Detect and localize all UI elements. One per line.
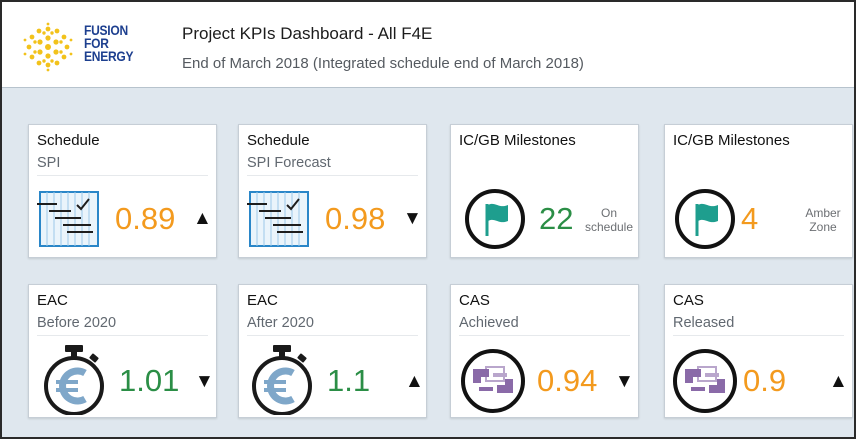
kpi-value: 0.9 bbox=[743, 363, 787, 398]
tile-eac-after-2020[interactable]: EAC After 2020 1.1 ▲ bbox=[238, 284, 427, 418]
handshake-icon bbox=[461, 349, 525, 413]
tile-title: IC/GB Milestones bbox=[459, 132, 576, 149]
tile-cas-released[interactable]: CAS Released 0.9 ▲ bbox=[664, 284, 853, 418]
tile-schedule-spi[interactable]: Schedule SPI 0.89 ▲ bbox=[28, 124, 217, 258]
page-title: Project KPIs Dashboard - All F4E bbox=[182, 24, 433, 43]
trend-down-icon: ▼ bbox=[195, 371, 214, 392]
tile-eac-before-2020[interactable]: EAC Before 2020 1.01 ▼ bbox=[28, 284, 217, 418]
tile-title: CAS bbox=[459, 292, 490, 309]
fusion-for-energy-logo-icon bbox=[23, 22, 73, 72]
tile-subtitle: Before 2020 bbox=[37, 315, 117, 331]
tile-title: CAS bbox=[673, 292, 704, 309]
trend-up-icon: ▲ bbox=[829, 371, 848, 392]
kpi-value: 1.1 bbox=[327, 363, 371, 398]
kpi-note-line-2: Zone bbox=[809, 220, 837, 234]
handshake-icon bbox=[673, 349, 737, 413]
kpi-value: 0.94 bbox=[537, 363, 598, 398]
kpi-value: 1.01 bbox=[119, 363, 180, 398]
dashboard-frame: FUSION FOR ENERGY Project KPIs Dashboard… bbox=[0, 0, 856, 439]
tile-separator bbox=[37, 335, 208, 336]
flag-icon bbox=[465, 189, 525, 249]
kpi-value: 22 bbox=[539, 201, 574, 236]
euro-stopwatch-icon bbox=[44, 345, 104, 415]
tile-icgb-milestones-on-schedule[interactable]: IC/GB Milestones 22 On schedule bbox=[450, 124, 639, 258]
tile-separator bbox=[247, 335, 418, 336]
kpi-note: On schedule bbox=[581, 206, 637, 234]
kpi-note-line-1: Amber bbox=[805, 206, 841, 220]
trend-down-icon: ▼ bbox=[615, 371, 634, 392]
kpi-note-line-2: schedule bbox=[584, 220, 634, 234]
kpi-value: 0.98 bbox=[325, 201, 386, 236]
tile-separator bbox=[459, 335, 630, 336]
tile-separator bbox=[247, 175, 418, 176]
tile-icgb-milestones-amber-zone[interactable]: IC/GB Milestones 4 Amber Zone bbox=[664, 124, 853, 258]
tile-separator bbox=[673, 335, 844, 336]
flag-icon bbox=[675, 189, 735, 249]
tile-title: Schedule bbox=[37, 132, 100, 149]
page-header: FUSION FOR ENERGY Project KPIs Dashboard… bbox=[2, 2, 854, 88]
logo-line-energy: ENERGY bbox=[84, 48, 134, 64]
euro-stopwatch-icon bbox=[252, 345, 312, 415]
tile-separator bbox=[37, 175, 208, 176]
schedule-chart-icon bbox=[37, 191, 99, 247]
tile-schedule-spi-forecast[interactable]: Schedule SPI Forecast 0.98 ▼ bbox=[238, 124, 427, 258]
tile-subtitle: SPI bbox=[37, 155, 61, 171]
trend-up-icon: ▲ bbox=[405, 371, 424, 392]
page-subtitle: End of March 2018 (Integrated schedule e… bbox=[182, 55, 584, 72]
tile-subtitle: Released bbox=[673, 315, 735, 331]
tile-title: EAC bbox=[247, 292, 278, 309]
trend-up-icon: ▲ bbox=[193, 208, 212, 229]
tile-subtitle: After 2020 bbox=[247, 315, 314, 331]
tile-title: Schedule bbox=[247, 132, 310, 149]
tile-title: IC/GB Milestones bbox=[673, 132, 790, 149]
kpi-note-line-1: On bbox=[600, 206, 617, 220]
trend-down-icon: ▼ bbox=[403, 208, 422, 229]
tile-subtitle: SPI Forecast bbox=[247, 155, 331, 171]
logo-wordmark: FUSION FOR ENERGY bbox=[84, 23, 134, 64]
schedule-chart-icon bbox=[247, 191, 309, 247]
tile-cas-achieved[interactable]: CAS Achieved 0.94 ▼ bbox=[450, 284, 639, 418]
tile-subtitle: Achieved bbox=[459, 315, 519, 331]
kpi-value: 0.89 bbox=[115, 201, 176, 236]
kpi-note: Amber Zone bbox=[793, 206, 853, 234]
tile-title: EAC bbox=[37, 292, 68, 309]
kpi-value: 4 bbox=[741, 201, 759, 236]
